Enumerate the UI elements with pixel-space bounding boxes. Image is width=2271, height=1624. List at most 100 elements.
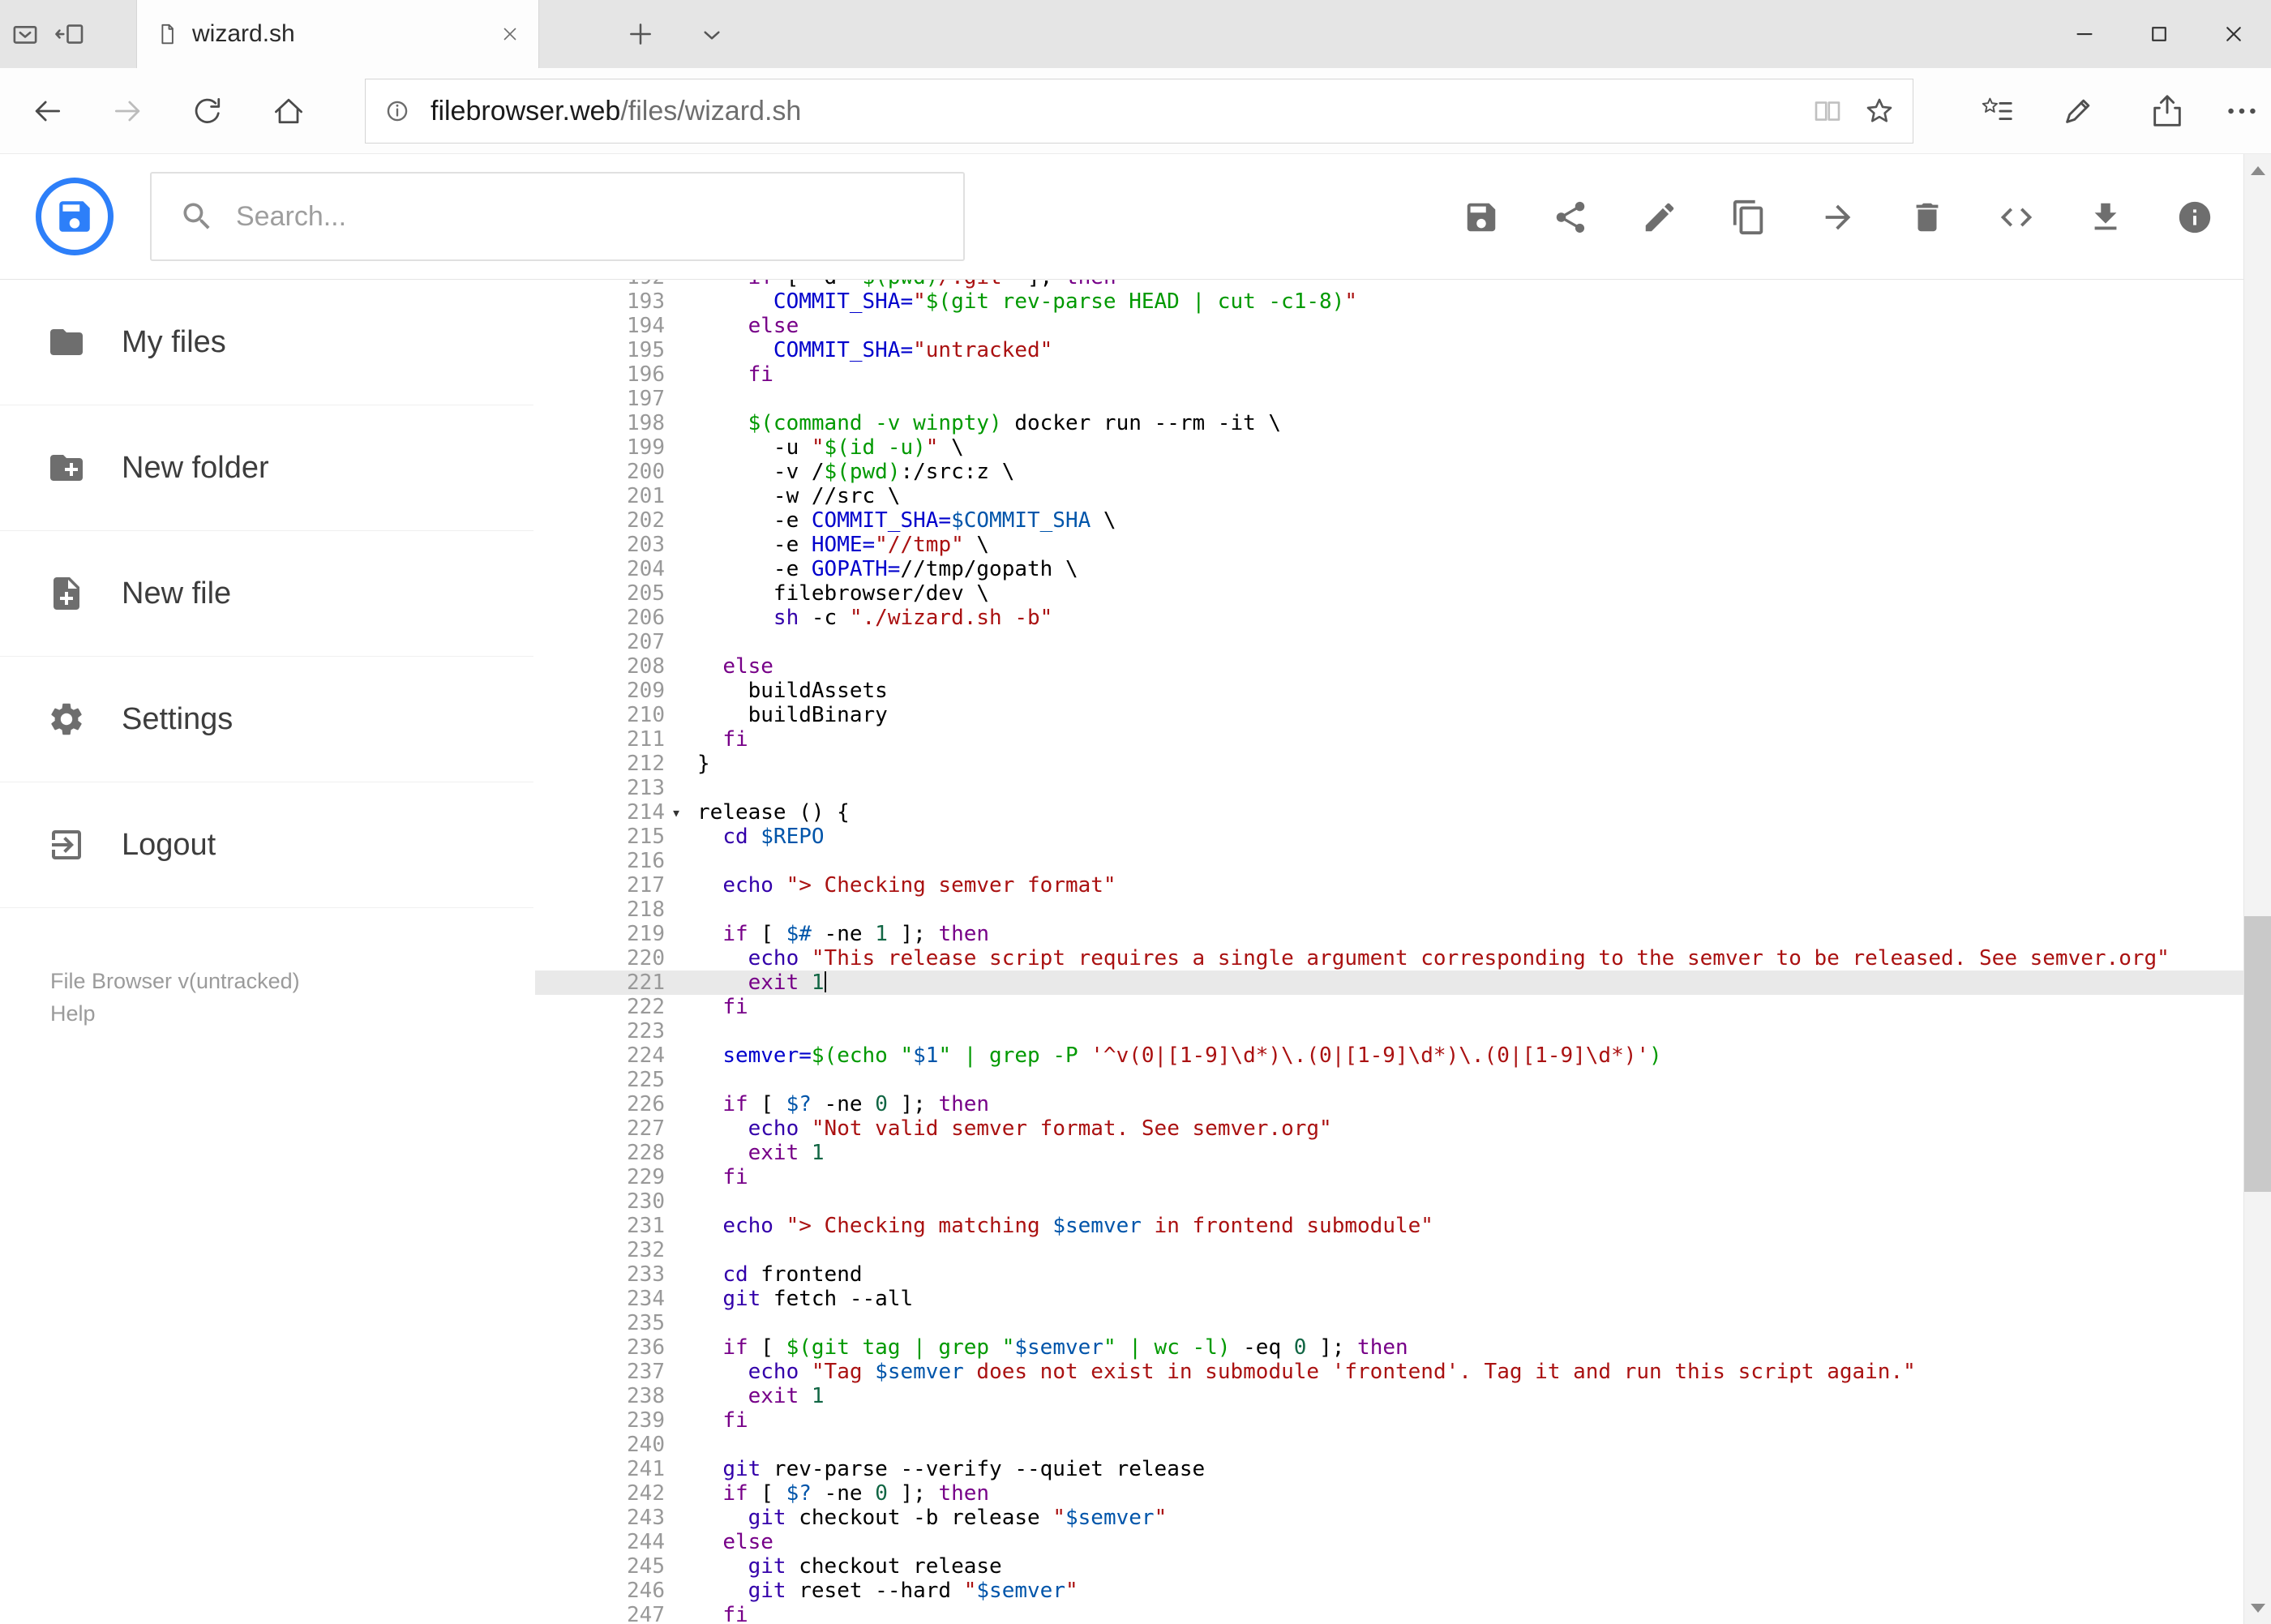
download-button[interactable] [2081, 193, 2130, 242]
code-line[interactable]: 245 git checkout release [535, 1554, 2243, 1579]
code-line[interactable]: 192 if [ -d "$(pwd)/.git" ]; then [535, 280, 2243, 289]
sidebar-item-settings[interactable]: Settings [0, 657, 533, 782]
code-line[interactable]: 233 cd frontend [535, 1262, 2243, 1287]
scrollbar-thumb[interactable] [2244, 916, 2271, 1192]
code-line[interactable]: 226 if [ $? -ne 0 ]; then [535, 1092, 2243, 1116]
code-line[interactable]: 239 fi [535, 1408, 2243, 1433]
more-options-icon[interactable] [2223, 92, 2260, 130]
code-line[interactable]: 215 cd $REPO [535, 825, 2243, 849]
code-line[interactable]: 217 echo "> Checking semver format" [535, 873, 2243, 898]
scroll-up-arrow[interactable] [2244, 154, 2271, 186]
code-line[interactable]: 234 git fetch --all [535, 1287, 2243, 1311]
code-line[interactable]: 210 buildBinary [535, 703, 2243, 727]
maximize-button[interactable] [2122, 0, 2196, 68]
code-line[interactable]: 244 else [535, 1530, 2243, 1554]
scroll-down-arrow[interactable] [2244, 1592, 2271, 1624]
app-logo[interactable] [36, 178, 114, 255]
code-line[interactable]: 195 COMMIT_SHA="untracked" [535, 338, 2243, 362]
code-line[interactable]: 205 filebrowser/dev \ [535, 581, 2243, 606]
code-line[interactable]: 213 [535, 776, 2243, 800]
code-line[interactable]: 235 [535, 1311, 2243, 1335]
source-view-button[interactable] [1992, 193, 2041, 242]
code-line[interactable]: 230 [535, 1189, 2243, 1214]
code-line[interactable]: 207 [535, 630, 2243, 654]
code-line[interactable]: 201 -w //src \ [535, 484, 2243, 508]
code-line[interactable]: 203 -e HOME="//tmp" \ [535, 533, 2243, 557]
code-line[interactable]: 199 -u "$(id -u)" \ [535, 435, 2243, 460]
code-line[interactable]: 211 fi [535, 727, 2243, 752]
code-line[interactable]: 222 fi [535, 995, 2243, 1019]
code-line[interactable]: 241 git rev-parse --verify --quiet relea… [535, 1457, 2243, 1481]
site-info-icon[interactable] [382, 96, 413, 126]
sidebar-item-new-folder[interactable]: New folder [0, 405, 533, 531]
reading-view-icon[interactable] [1810, 94, 1845, 128]
code-line[interactable]: 221 exit 1 [535, 971, 2243, 995]
move-button[interactable] [1814, 193, 1862, 242]
browser-tab[interactable]: wizard.sh [136, 0, 539, 68]
code-line[interactable]: 219 if [ $# -ne 1 ]; then [535, 922, 2243, 946]
forward-button[interactable] [110, 93, 146, 129]
code-line[interactable]: 237 echo "Tag $semver does not exist in … [535, 1360, 2243, 1384]
code-line[interactable]: 206 sh -c "./wizard.sh -b" [535, 606, 2243, 630]
hub-favorites-icon[interactable] [1978, 92, 2016, 130]
code-line[interactable]: 202 -e COMMIT_SHA=$COMMIT_SHA \ [535, 508, 2243, 533]
code-line[interactable]: 214 ▾ release () { [535, 800, 2243, 825]
code-line[interactable]: 225 [535, 1068, 2243, 1092]
rename-button[interactable] [1635, 193, 1684, 242]
code-line[interactable]: 208 else [535, 654, 2243, 679]
code-line[interactable]: 231 echo "> Checking matching $semver in… [535, 1214, 2243, 1238]
code-line[interactable]: 242 if [ $? -ne 0 ]; then [535, 1481, 2243, 1506]
code-line[interactable]: 223 [535, 1019, 2243, 1043]
copy-button[interactable] [1725, 193, 1773, 242]
sidebar-item-my-files[interactable]: My files [0, 280, 533, 405]
tab-preview-icon[interactable] [8, 17, 42, 51]
code-line[interactable]: 238 exit 1 [535, 1384, 2243, 1408]
code-line[interactable]: 216 [535, 849, 2243, 873]
code-line[interactable]: 212} [535, 752, 2243, 776]
code-line[interactable]: 240 [535, 1433, 2243, 1457]
tab-list-chevron-icon[interactable] [696, 19, 728, 52]
close-button[interactable] [2196, 0, 2271, 68]
code-line[interactable]: 209 buildAssets [535, 679, 2243, 703]
fold-arrow-icon[interactable]: ▾ [665, 800, 697, 825]
code-line[interactable]: 218 [535, 898, 2243, 922]
share-icon[interactable] [2149, 92, 2186, 130]
favorite-star-icon[interactable] [1862, 94, 1896, 128]
code-line[interactable]: 228 exit 1 [535, 1141, 2243, 1165]
page-scrollbar[interactable] [2243, 154, 2271, 1624]
code-line[interactable]: 247 fi [535, 1603, 2243, 1624]
code-line[interactable]: 194 else [535, 314, 2243, 338]
code-line[interactable]: 232 [535, 1238, 2243, 1262]
search-box[interactable] [150, 172, 965, 261]
sidebar-item-new-file[interactable]: New file [0, 531, 533, 657]
code-line[interactable]: 229 fi [535, 1165, 2243, 1189]
code-line[interactable]: 193 COMMIT_SHA="$(git rev-parse HEAD | c… [535, 289, 2243, 314]
new-tab-button[interactable] [624, 18, 657, 50]
code-line[interactable]: 200 -v /$(pwd):/src:z \ [535, 460, 2243, 484]
code-line[interactable]: 243 git checkout -b release "$semver" [535, 1506, 2243, 1530]
help-link[interactable]: Help [50, 997, 300, 1030]
code-editor[interactable]: 192 if [ -d "$(pwd)/.git" ]; then193 COM… [535, 280, 2243, 1624]
code-line[interactable]: 224 semver=$(echo "$1" | grep -P '^v(0|[… [535, 1043, 2243, 1068]
set-aside-tabs-icon[interactable] [54, 17, 88, 51]
home-button[interactable] [271, 93, 306, 129]
address-bar[interactable]: filebrowser.web/files/wizard.sh [365, 79, 1913, 144]
minimize-button[interactable] [2047, 0, 2122, 68]
code-line[interactable]: 196 fi [535, 362, 2243, 387]
web-note-pen-icon[interactable] [2059, 92, 2097, 130]
code-line[interactable]: 236 if [ $(git tag | grep "$semver" | wc… [535, 1335, 2243, 1360]
code-line[interactable]: 198 $(command -v winpty) docker run --rm… [535, 411, 2243, 435]
delete-button[interactable] [1903, 193, 1952, 242]
back-button[interactable] [29, 93, 65, 129]
code-line[interactable]: 227 echo "Not valid semver format. See s… [535, 1116, 2243, 1141]
save-button[interactable] [1457, 193, 1506, 242]
search-input[interactable] [236, 200, 949, 233]
code-line[interactable]: 246 git reset --hard "$semver" [535, 1579, 2243, 1603]
sidebar-item-logout[interactable]: Logout [0, 782, 533, 908]
code-line[interactable]: 197 [535, 387, 2243, 411]
share-button[interactable] [1546, 193, 1595, 242]
refresh-button[interactable] [190, 93, 225, 129]
info-button[interactable] [2170, 193, 2219, 242]
tab-close-icon[interactable] [499, 24, 521, 45]
code-line[interactable]: 204 -e GOPATH=//tmp/gopath \ [535, 557, 2243, 581]
